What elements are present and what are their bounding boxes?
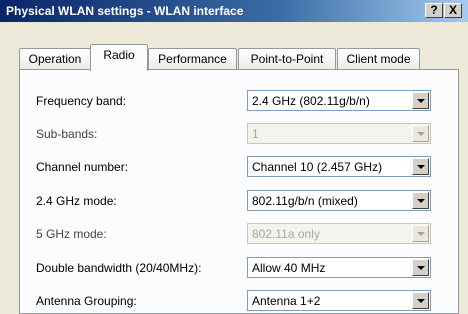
2-4ghz-mode-select[interactable]: 802.11g/b/n (mixed) bbox=[247, 190, 431, 211]
sub-bands-value: 1 bbox=[252, 127, 259, 141]
chevron-down-icon bbox=[417, 199, 425, 203]
tab-radio[interactable]: Radio bbox=[90, 44, 148, 71]
double-bandwidth-select[interactable]: Allow 40 MHz bbox=[247, 257, 431, 278]
window-title: Physical WLAN settings - WLAN interface bbox=[6, 4, 244, 18]
tab-performance[interactable]: Performance bbox=[148, 48, 237, 70]
frequency-band-value: 2.4 GHz (802.11g/b/n) bbox=[252, 94, 370, 108]
tab-operation[interactable]: Operation bbox=[19, 48, 91, 70]
channel-number-value: Channel 10 (2.457 GHz) bbox=[252, 160, 383, 174]
tab-strip: Operation Radio Performance Point-to-Poi… bbox=[19, 44, 459, 71]
5ghz-mode-value: 802.11a only bbox=[252, 227, 320, 241]
2-4ghz-mode-label: 2.4 GHz mode: bbox=[36, 194, 117, 208]
chevron-down-icon bbox=[417, 299, 425, 303]
tab-client-mode[interactable]: Client mode bbox=[337, 48, 420, 70]
5ghz-mode-label: 5 GHz mode: bbox=[36, 227, 107, 241]
channel-number-dropdown-button[interactable] bbox=[412, 158, 429, 175]
frequency-band-select[interactable]: 2.4 GHz (802.11g/b/n) bbox=[247, 90, 431, 111]
radio-settings-panel: Frequency band: 2.4 GHz (802.11g/b/n) Su… bbox=[19, 69, 459, 314]
chevron-down-icon bbox=[417, 99, 425, 103]
sub-bands-label: Sub-bands: bbox=[36, 127, 98, 141]
sub-bands-select: 1 bbox=[247, 123, 431, 144]
double-bandwidth-label: Double bandwidth (20/40MHz): bbox=[36, 261, 202, 275]
antenna-grouping-select[interactable]: Antenna 1+2 bbox=[247, 290, 431, 311]
title-bar: Physical WLAN settings - WLAN interface … bbox=[0, 0, 468, 22]
chevron-down-icon bbox=[417, 132, 425, 136]
antenna-grouping-value: Antenna 1+2 bbox=[252, 294, 321, 308]
channel-number-select[interactable]: Channel 10 (2.457 GHz) bbox=[247, 156, 431, 177]
double-bandwidth-value: Allow 40 MHz bbox=[252, 261, 326, 275]
5ghz-mode-select: 802.11a only bbox=[247, 223, 431, 244]
antenna-grouping-label: Antenna Grouping: bbox=[36, 294, 137, 308]
5ghz-mode-dropdown-button bbox=[412, 225, 429, 242]
2-4ghz-mode-value: 802.11g/b/n (mixed) bbox=[252, 194, 358, 208]
chevron-down-icon bbox=[417, 266, 425, 270]
channel-number-label: Channel number: bbox=[36, 160, 129, 174]
chevron-down-icon bbox=[417, 165, 425, 169]
frequency-band-dropdown-button[interactable] bbox=[412, 92, 429, 109]
help-button[interactable]: ? bbox=[425, 3, 443, 18]
tab-point-to-point[interactable]: Point-to-Point bbox=[238, 48, 336, 70]
antenna-grouping-dropdown-button[interactable] bbox=[412, 292, 429, 309]
close-button[interactable]: X bbox=[444, 3, 462, 18]
chevron-down-icon bbox=[417, 232, 425, 236]
2-4ghz-mode-dropdown-button[interactable] bbox=[412, 192, 429, 209]
sub-bands-dropdown-button bbox=[412, 125, 429, 142]
double-bandwidth-dropdown-button[interactable] bbox=[412, 259, 429, 276]
frequency-band-label: Frequency band: bbox=[36, 94, 127, 108]
